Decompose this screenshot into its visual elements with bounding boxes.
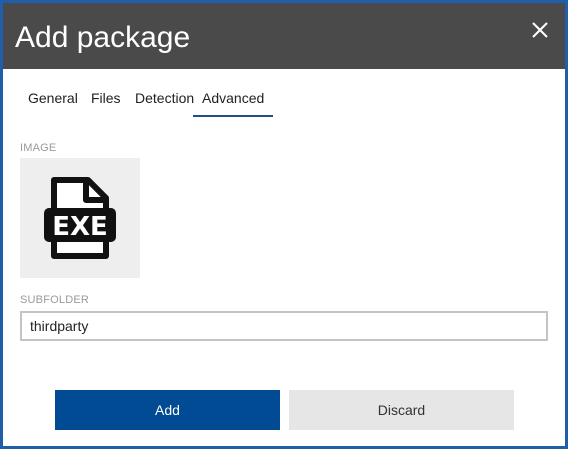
tab-files[interactable]: Files [91,83,121,115]
discard-button[interactable]: Discard [289,390,514,430]
package-image-picker[interactable]: EXE [20,158,140,278]
close-icon[interactable] [529,19,551,41]
dialog-titlebar: Add package [3,3,565,69]
add-package-dialog: Add package General Files Detection Adva… [0,0,568,449]
exe-icon-text: EXE [52,212,108,242]
subfolder-input[interactable] [20,311,548,341]
tab-general[interactable]: General [28,83,78,115]
tab-advanced[interactable]: Advanced [193,83,274,117]
image-label: IMAGE [20,142,57,154]
add-button[interactable]: Add [55,390,280,430]
dialog-title: Add package [15,21,191,54]
subfolder-label: SUBFOLDER [20,294,90,306]
tab-detection[interactable]: Detection [135,83,194,115]
exe-file-icon: EXE [44,177,116,259]
